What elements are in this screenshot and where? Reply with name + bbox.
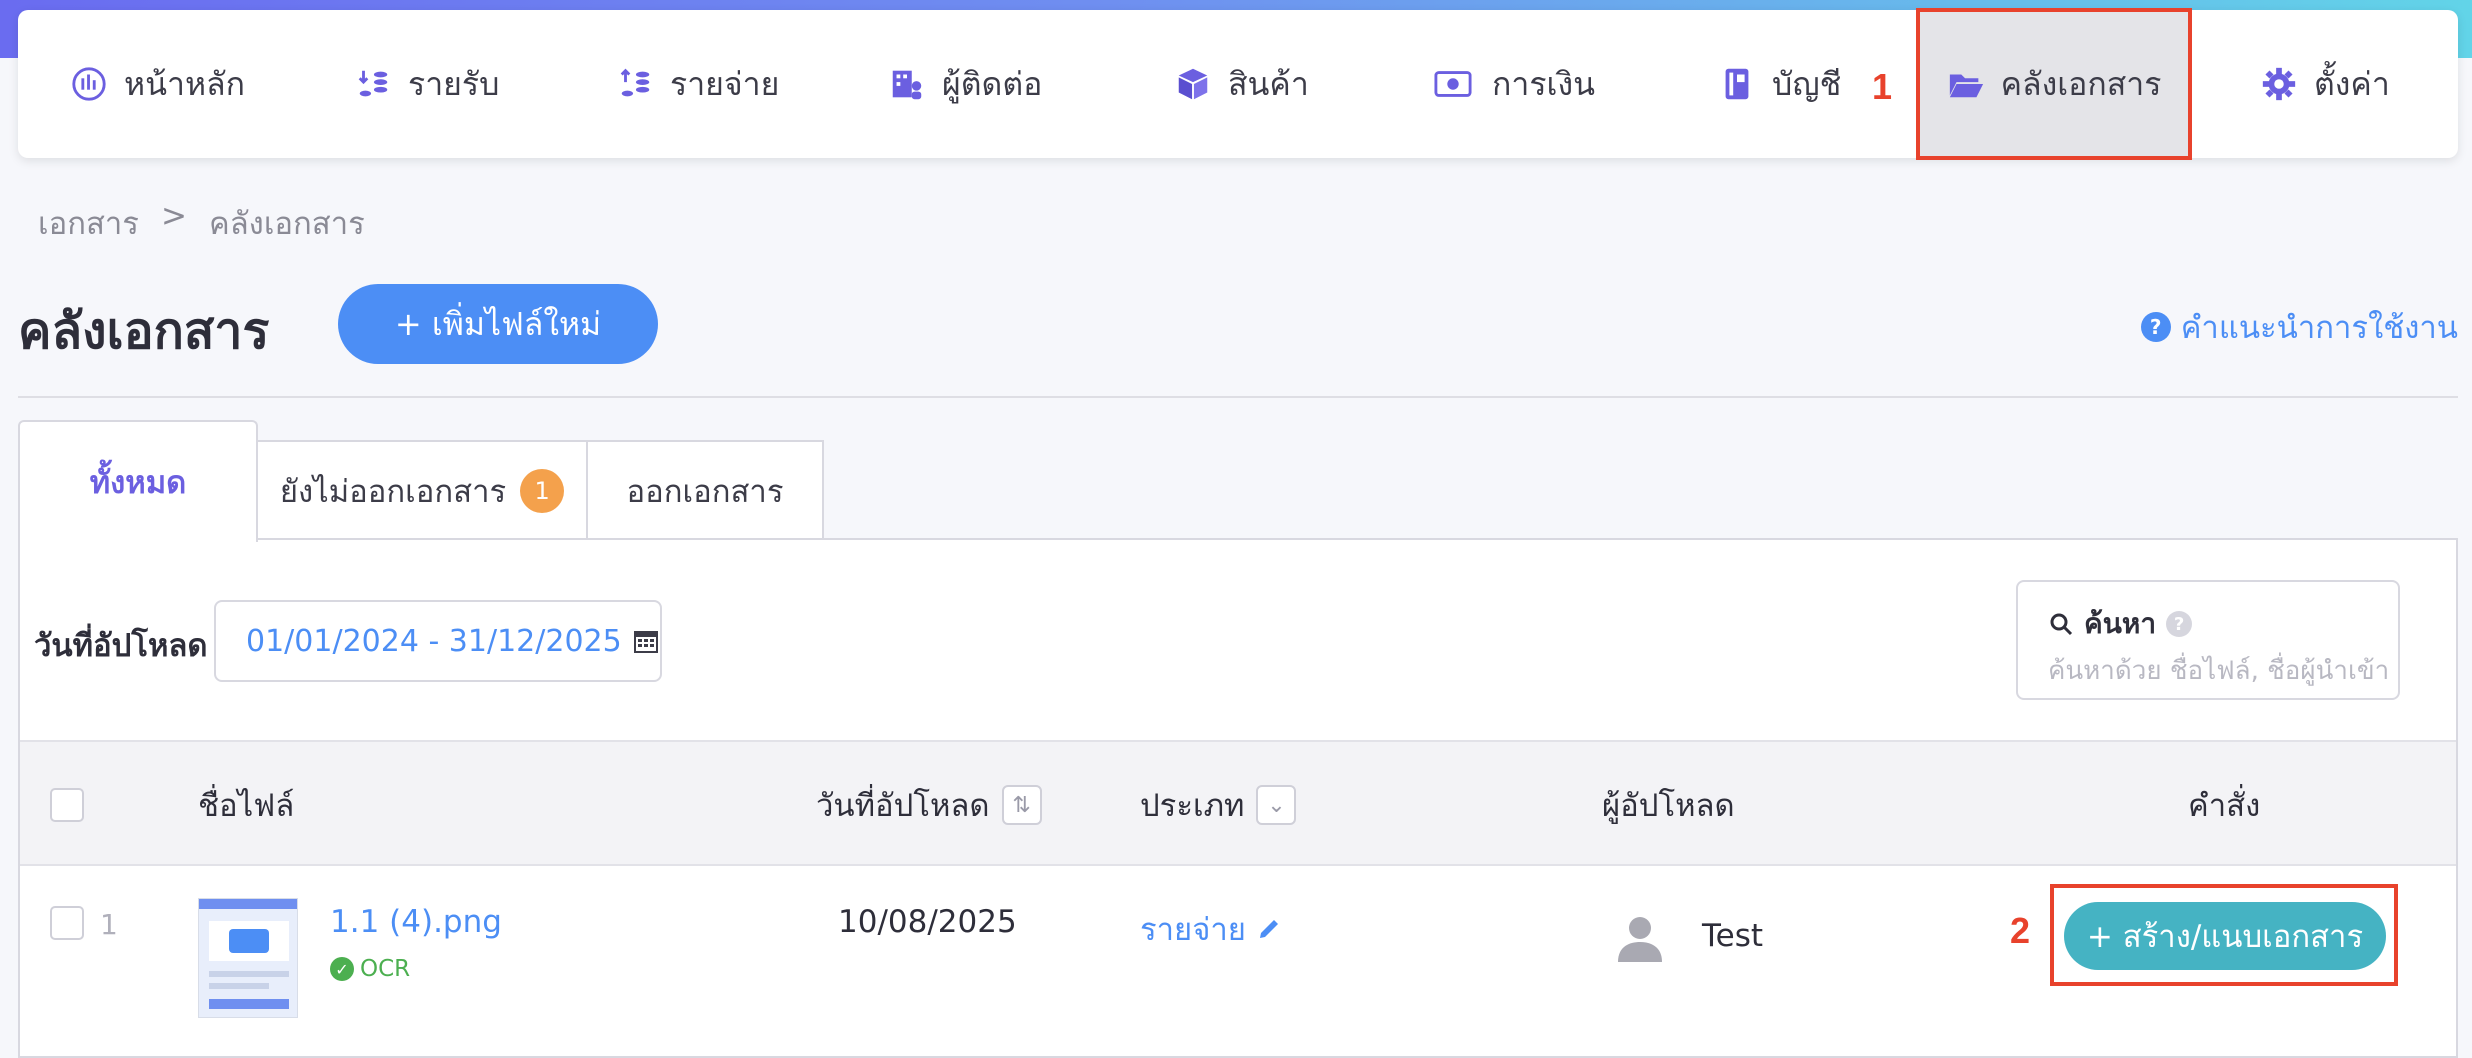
avatar [1612, 910, 1668, 974]
search-placeholder: ค้นหาด้วย ชื่อไฟล์, ชื่อผู้นำเข้า [2048, 656, 2390, 686]
nav-item-accounting[interactable]: บัญชี [1718, 10, 1841, 158]
tab-label: ทั้งหมด [89, 465, 187, 501]
search-icon [2050, 613, 2073, 636]
breadcrumb: เอกสาร > คลังเอกสาร [38, 198, 365, 248]
nav-item-label: คลังเอกสาร [2000, 64, 2162, 103]
file-name-link[interactable]: 1.1 (4).png [330, 904, 502, 940]
page-title: คลังเอกสาร [18, 302, 270, 360]
question-circle-icon: ? [2140, 312, 2171, 342]
nav-item-document-storage[interactable]: คลังเอกสาร [1916, 8, 2192, 160]
usage-guide-link[interactable]: ? คำแนะนำการใช้งาน [2140, 302, 2458, 352]
nav-item-label: ตั้งค่า [2314, 64, 2390, 103]
column-header-filename: ชื่อไฟล์ [198, 742, 294, 868]
contacts-icon [892, 70, 922, 100]
gear-icon [2262, 67, 2296, 101]
column-header-label: คำสั่ง [2188, 788, 2261, 824]
upload-date-filter-label: วันที่อัปโหลด [34, 628, 208, 664]
nav-item-label: รายจ่าย [670, 64, 780, 103]
breadcrumb-root[interactable]: เอกสาร [38, 198, 139, 248]
upload-date-range-input[interactable]: 01/01/2024 - 31/12/2025 [214, 600, 662, 682]
tab-label: ออกเอกสาร [626, 474, 784, 510]
nav-item-income[interactable]: รายรับ [354, 10, 499, 158]
tab-not-issued[interactable]: ยังไม่ออกเอกสาร 1 [256, 440, 588, 540]
nav-item-label: รายรับ [408, 64, 500, 103]
folder-open-icon [1949, 74, 1983, 98]
pencil-icon [1259, 920, 1278, 938]
ledger-icon [1725, 68, 1749, 100]
row-checkbox[interactable] [50, 906, 84, 940]
header-divider [18, 396, 2458, 398]
column-header-uploader: ผู้อัปโหลด [1602, 742, 1735, 868]
money-icon [1434, 71, 1472, 97]
column-header-label: ชื่อไฟล์ [198, 788, 295, 824]
column-header-action: คำสั่ง [2188, 742, 2260, 868]
calendar-icon [633, 631, 658, 653]
column-header-upload-date: วันที่อัปโหลด ⇅ [816, 742, 1042, 868]
step-marker-2: 2 [2010, 910, 2031, 951]
column-header-label: ประเภท [1140, 788, 1245, 824]
expense-icon [620, 68, 650, 97]
nav-item-label: ผู้ติดต่อ [942, 64, 1043, 103]
usage-guide-label: คำแนะนำการใช้งาน [2180, 310, 2458, 346]
create-attach-document-button[interactable]: + สร้าง/แนบเอกสาร [2064, 902, 2386, 970]
nav-item-settings[interactable]: ตั้งค่า [2260, 10, 2390, 158]
search-label-row: ค้นหา ? [2048, 602, 2193, 646]
row-index: 1 [100, 908, 118, 941]
search-field[interactable]: ค้นหา ? ค้นหาด้วย ชื่อไฟล์, ชื่อผู้นำเข้… [2016, 580, 2400, 700]
document-type-link[interactable]: รายจ่าย [1140, 904, 1282, 954]
income-icon [358, 70, 388, 97]
nav-item-label: บัญชี [1772, 64, 1842, 103]
main-navigation: หน้าหลัก รายรับ รายจ่าย ผู้ติดต่อ สินค้า… [18, 8, 2458, 160]
add-new-file-button[interactable]: + เพิ่มไฟล์ใหม่ [338, 284, 658, 364]
nav-item-products[interactable]: สินค้า [1174, 10, 1309, 158]
table-header: ชื่อไฟล์ วันที่อัปโหลด ⇅ ประเภท ⌄ ผู้อัป… [20, 740, 2456, 866]
count-badge: 1 [520, 469, 565, 513]
ocr-status-badge: ✓ OCR [330, 956, 410, 982]
uploader-name: Test [1702, 918, 1764, 954]
column-header-label: ผู้อัปโหลด [1602, 788, 1735, 824]
select-all-checkbox-cell [50, 742, 84, 868]
select-all-checkbox[interactable] [50, 788, 84, 822]
document-type-label: รายจ่าย [1140, 912, 1246, 948]
nav-item-label: การเงิน [1492, 64, 1595, 103]
sort-icon[interactable]: ⇅ [1001, 785, 1042, 825]
search-help-icon[interactable]: ? [2166, 611, 2193, 637]
nav-item-label: หน้าหลัก [124, 64, 246, 103]
file-thumbnail[interactable] [198, 898, 298, 1018]
upload-date-cell: 10/08/2025 [838, 904, 1017, 940]
nav-item-expense[interactable]: รายจ่าย [616, 10, 779, 158]
tab-issued[interactable]: ออกเอกสาร [586, 440, 824, 540]
nav-item-label: สินค้า [1228, 64, 1309, 103]
breadcrumb-current: คลังเอกสาร [208, 206, 365, 242]
dashboard-icon [72, 67, 106, 101]
step-marker-1: 1 [1872, 66, 1893, 107]
user-avatar-icon [1618, 917, 1662, 962]
table-row: 1 1.1 (4).png ✓ OCR 10/08/2025 รายจ่าย T… [20, 868, 2456, 1048]
chevron-down-icon[interactable]: ⌄ [1256, 785, 1297, 825]
nav-item-contacts[interactable]: ผู้ติดต่อ [888, 10, 1042, 158]
breadcrumb-separator: > [160, 198, 187, 234]
search-label: ค้นหา [2084, 607, 2157, 640]
ocr-label: OCR [360, 956, 411, 982]
date-range-value: 01/01/2024 - 31/12/2025 [246, 623, 622, 659]
tab-label: ยังไม่ออกเอกสาร [279, 474, 507, 510]
column-header-label: วันที่อัปโหลด [816, 788, 990, 824]
tab-all[interactable]: ทั้งหมด [18, 420, 258, 542]
nav-item-home[interactable]: หน้าหลัก [70, 10, 245, 158]
check-circle-icon: ✓ [330, 957, 354, 981]
column-header-type: ประเภท ⌄ [1140, 742, 1297, 868]
product-box-icon [1178, 68, 1208, 100]
nav-item-finance[interactable]: การเงิน [1430, 10, 1595, 158]
